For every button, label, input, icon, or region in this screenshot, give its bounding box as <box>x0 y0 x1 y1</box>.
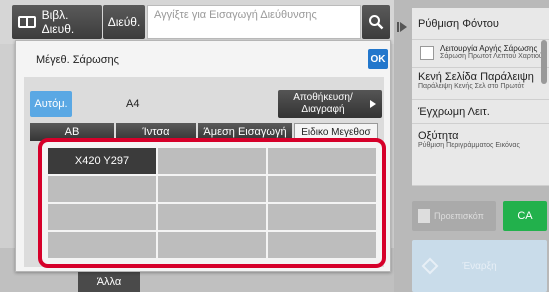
custom-size-key[interactable] <box>48 232 156 258</box>
address-input[interactable]: Αγγίξτε για Εισαγωγή Διεύθυνσης <box>147 5 361 39</box>
custom-size-key[interactable] <box>158 148 266 174</box>
address-book-icon <box>18 16 36 28</box>
custom-size-key[interactable] <box>48 176 156 202</box>
address-label: Διεύθ. <box>107 15 141 29</box>
start-label: Έναρξη <box>462 260 497 272</box>
current-size-label: A4 <box>126 98 140 110</box>
top-bar: Βιβλ. Διευθ. Διεύθ. Αγγίξτε για Εισαγωγή… <box>0 0 394 44</box>
custom-size-key[interactable] <box>158 232 266 258</box>
right-panel: Ρύθμιση Φόντου Λειτουργία Αργής Σάρωσης … <box>394 0 549 292</box>
search-button[interactable] <box>362 5 390 39</box>
sharpness-subtitle: Ρύθμιση Περιγράμματος Εικόνας <box>418 142 520 149</box>
start-button[interactable]: Έναρξη <box>412 240 547 292</box>
sharpness-label: Οξύτητα <box>418 130 459 142</box>
search-icon <box>369 15 384 30</box>
custom-size-key[interactable] <box>268 176 376 202</box>
background-adjust-item[interactable]: Ρύθμιση Φόντου <box>412 8 549 40</box>
custom-size-key[interactable]: X420 Y297 <box>48 148 156 174</box>
preview-icon <box>418 209 430 223</box>
ca-button[interactable]: CA <box>503 201 547 231</box>
custom-size-key[interactable] <box>158 176 266 202</box>
dialog-title: Μέγεθ. Σάρωσης <box>36 54 119 66</box>
store-delete-label: Αποθήκευση/ Διαγραφή <box>293 92 353 115</box>
custom-size-key[interactable] <box>268 232 376 258</box>
arrow-right-icon <box>370 100 376 108</box>
blank-page-skip-item[interactable]: Κενή Σελίδα Παράλειψη Παράλειψη Κενής Σε… <box>412 68 549 100</box>
custom-size-grid: X420 Y297 <box>48 148 376 258</box>
preview-label: Προεπισκόπ <box>434 211 484 221</box>
address-book-label: Βιβλ. Διευθ. <box>41 8 75 36</box>
blank-page-skip-subtitle: Παράλειψη Κενής Σελ στο Πρωτότ <box>418 83 525 90</box>
ok-button[interactable]: OK <box>368 49 388 69</box>
panel-scrollbar[interactable] <box>541 40 547 84</box>
address-book-button[interactable]: Βιβλ. Διευθ. <box>12 5 102 39</box>
sharpness-item[interactable]: Οξύτητα Ρύθμιση Περιγράμματος Εικόνας <box>412 124 549 186</box>
custom-size-key[interactable] <box>48 204 156 230</box>
slow-scan-item[interactable]: Λειτουργία Αργής Σάρωσης Σάρωση Πρωτοτ Λ… <box>412 40 549 68</box>
slow-scan-label: Λειτουργία Αργής Σάρωσης <box>440 44 538 53</box>
color-mode-item[interactable]: Έγχρωμη Λειτ. <box>412 100 549 124</box>
custom-size-key[interactable] <box>158 204 266 230</box>
start-icon <box>421 257 439 275</box>
slow-scan-checkbox[interactable] <box>420 46 434 60</box>
auto-button[interactable]: Αυτόμ. <box>30 91 72 117</box>
background-adjust-label: Ρύθμιση Φόντου <box>418 17 499 30</box>
collapse-arrow-icon[interactable] <box>397 22 407 32</box>
other-button[interactable]: Άλλα <box>78 272 140 292</box>
slow-scan-subtitle: Σάρωση Πρωτοτ Λεπτού Χαρτιού <box>440 53 543 60</box>
color-mode-label: Έγχρωμη Λειτ. <box>418 105 490 118</box>
custom-size-key[interactable] <box>268 148 376 174</box>
custom-size-key[interactable] <box>268 204 376 230</box>
store-delete-button[interactable]: Αποθήκευση/ Διαγραφή <box>278 90 382 118</box>
custom-size-frame: X420 Y297 <box>38 138 386 268</box>
address-button[interactable]: Διεύθ. <box>103 5 145 39</box>
preview-button[interactable]: Προεπισκόπ <box>412 201 496 231</box>
scan-size-dialog: Μέγεθ. Σάρωσης OK Αυτόμ. A4 Αποθήκευση/ … <box>15 40 391 272</box>
blank-page-skip-label: Κενή Σελίδα Παράλειψη <box>418 71 534 83</box>
